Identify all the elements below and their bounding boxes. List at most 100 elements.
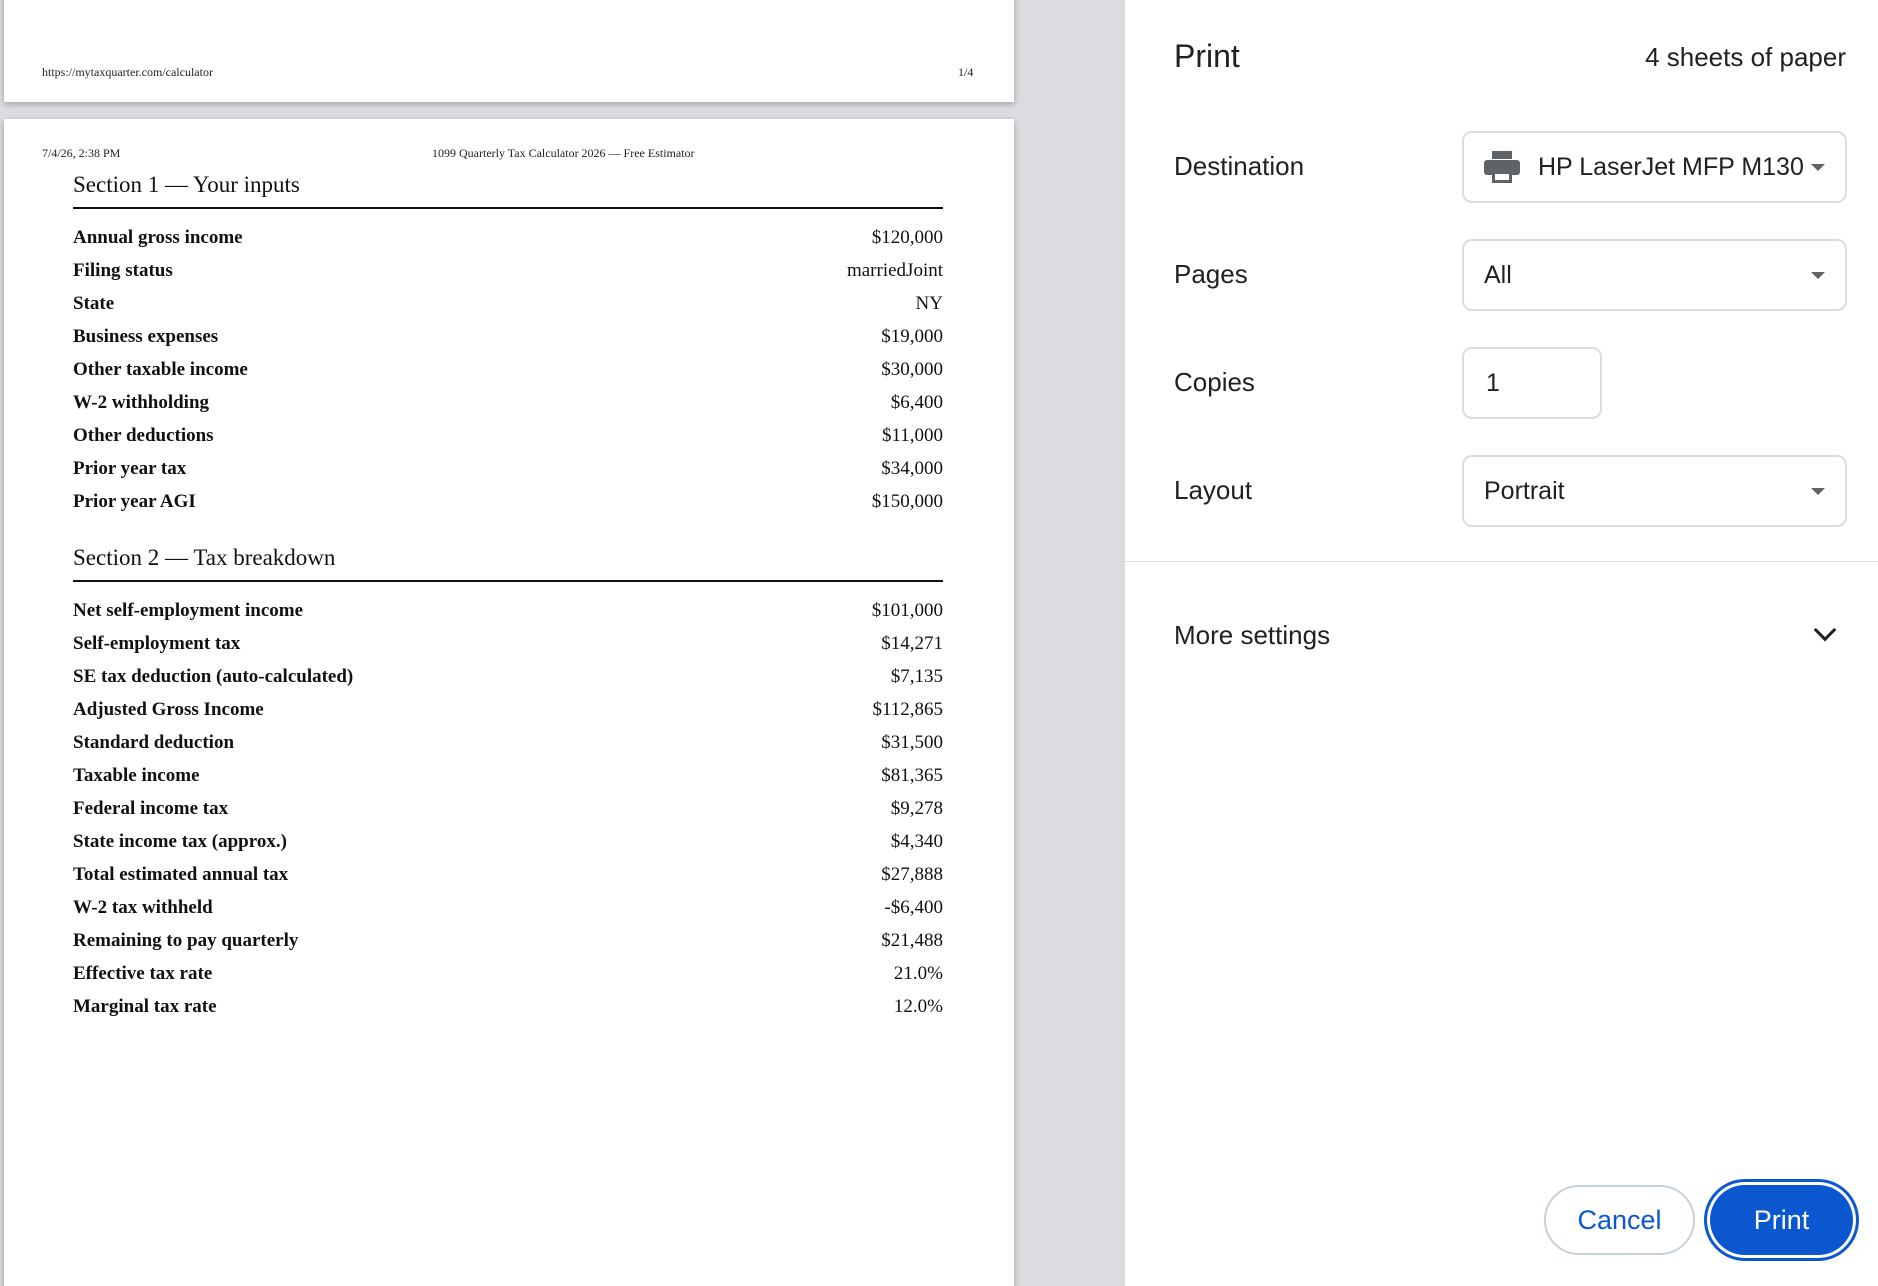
table-row: Prior year tax $34,000 bbox=[73, 452, 943, 485]
row-label: Prior year AGI bbox=[73, 490, 196, 512]
section-2-divider bbox=[73, 580, 943, 582]
row-label: Adjusted Gross Income bbox=[73, 698, 264, 720]
sheets-count: 4 sheets of paper bbox=[1645, 42, 1846, 72]
row-label: Prior year tax bbox=[73, 457, 187, 479]
table-row: W-2 withholding $6,400 bbox=[73, 386, 943, 419]
layout-select[interactable]: Portrait bbox=[1462, 455, 1847, 527]
row-value: $101,000 bbox=[871, 599, 943, 621]
row-value: NY bbox=[915, 292, 943, 314]
section-2-title: Section 2 — Tax breakdown bbox=[73, 545, 336, 570]
section-2-rows: Net self-employment income $101,000 Self-e… bbox=[73, 594, 943, 1023]
page-footer-number: 1/4 bbox=[958, 65, 974, 79]
table-row: Total estimated annual tax $27,888 bbox=[73, 858, 943, 891]
pages-label: Pages bbox=[1174, 259, 1248, 289]
row-value: $21,488 bbox=[881, 929, 943, 951]
pages-value: All bbox=[1484, 260, 1512, 289]
row-label: W-2 withholding bbox=[73, 391, 210, 413]
section-1-title: Section 1 — Your inputs bbox=[73, 172, 300, 197]
section-1-divider bbox=[73, 207, 943, 209]
table-row: Marginal tax rate 12.0% bbox=[73, 990, 943, 1023]
preview-page-current: 7/4/26, 2:38 PM 1099 Quarterly Tax Calcu… bbox=[4, 119, 1014, 1286]
table-row: Remaining to pay quarterly $21,488 bbox=[73, 924, 943, 957]
print-preview-area[interactable]: https://mytaxquarter.com/calculator 1/4 … bbox=[0, 0, 1125, 1286]
table-row: Adjusted Gross Income $112,865 bbox=[73, 693, 943, 726]
page-header-title: 1099 Quarterly Tax Calculator 2026 — Fre… bbox=[432, 146, 695, 160]
table-row: Taxable income $81,365 bbox=[73, 759, 943, 792]
row-label: Net self-employment income bbox=[73, 599, 304, 621]
pages-select[interactable]: All bbox=[1462, 239, 1847, 311]
row-label: Total estimated annual tax bbox=[73, 863, 289, 885]
table-row: State income tax (approx.) $4,340 bbox=[73, 825, 943, 858]
layout-value: Portrait bbox=[1484, 476, 1565, 505]
print-settings-panel: Print 4 sheets of paper Destination HP L… bbox=[1125, 0, 1878, 1286]
row-value: $81,365 bbox=[881, 764, 943, 786]
row-value: -$6,400 bbox=[884, 896, 943, 918]
row-value: $6,400 bbox=[890, 391, 943, 413]
more-settings-toggle[interactable]: More settings bbox=[1174, 620, 1330, 651]
row-value: $14,271 bbox=[881, 632, 943, 654]
row-value: 12.0% bbox=[893, 995, 943, 1017]
row-value: $30,000 bbox=[881, 358, 943, 380]
panel-title: Print bbox=[1174, 38, 1240, 74]
destination-select[interactable]: HP LaserJet MFP M130 bbox=[1462, 131, 1847, 203]
print-button[interactable]: Print bbox=[1710, 1185, 1853, 1255]
row-label: State income tax (approx.) bbox=[73, 830, 287, 852]
row-label: Other taxable income bbox=[73, 358, 248, 380]
table-row: Standard deduction $31,500 bbox=[73, 726, 943, 759]
table-row: Self-employment tax $14,271 bbox=[73, 627, 943, 660]
row-value: $31,500 bbox=[881, 731, 943, 753]
table-row: Filing status marriedJoint bbox=[73, 254, 943, 287]
row-label: Annual gross income bbox=[73, 226, 243, 248]
row-label: Federal income tax bbox=[73, 797, 229, 819]
table-row: State NY bbox=[73, 287, 943, 320]
row-label: SE tax deduction (auto-calculated) bbox=[73, 665, 354, 687]
row-value: $34,000 bbox=[881, 457, 943, 479]
row-label: Standard deduction bbox=[73, 731, 235, 753]
page-content: Section 1 — Your inputs Annual gross inc… bbox=[73, 169, 943, 1023]
dropdown-arrow-icon bbox=[1811, 271, 1825, 279]
row-value: $19,000 bbox=[881, 325, 943, 347]
table-row: Net self-employment income $101,000 bbox=[73, 594, 943, 627]
row-value: $4,340 bbox=[890, 830, 943, 852]
table-row: Annual gross income $120,000 bbox=[73, 221, 943, 254]
table-row: Effective tax rate 21.0% bbox=[73, 957, 943, 990]
row-label: Taxable income bbox=[73, 764, 200, 786]
row-label: Business expenses bbox=[73, 325, 219, 347]
row-label: Self-employment tax bbox=[73, 632, 241, 654]
row-value: 21.0% bbox=[893, 962, 943, 984]
copies-input[interactable]: 1 bbox=[1462, 347, 1602, 419]
row-label: Filing status bbox=[73, 259, 173, 281]
destination-label: Destination bbox=[1174, 151, 1305, 181]
row-value: $120,000 bbox=[871, 226, 943, 248]
dropdown-arrow-icon bbox=[1811, 487, 1825, 495]
row-value: $11,000 bbox=[881, 424, 943, 446]
chevron-down-icon[interactable] bbox=[1813, 618, 1837, 642]
row-label: Marginal tax rate bbox=[73, 995, 217, 1017]
row-label: Effective tax rate bbox=[73, 962, 213, 984]
row-label: W-2 tax withheld bbox=[73, 896, 213, 918]
table-row: W-2 tax withheld -$6,400 bbox=[73, 891, 943, 924]
row-label: Remaining to pay quarterly bbox=[73, 929, 299, 951]
row-value: $7,135 bbox=[890, 665, 943, 687]
row-value: $9,278 bbox=[890, 797, 943, 819]
dropdown-arrow-icon bbox=[1811, 163, 1825, 171]
row-value: $27,888 bbox=[881, 863, 943, 885]
table-row: Other taxable income $30,000 bbox=[73, 353, 943, 386]
row-label: State bbox=[73, 292, 115, 314]
row-value: marriedJoint bbox=[846, 259, 943, 281]
row-value: $112,865 bbox=[872, 698, 943, 720]
row-label: Other deductions bbox=[73, 424, 214, 446]
copies-label: Copies bbox=[1174, 367, 1255, 397]
row-value: $150,000 bbox=[871, 490, 943, 512]
preview-page-previous: https://mytaxquarter.com/calculator 1/4 bbox=[4, 0, 1014, 102]
layout-label: Layout bbox=[1174, 475, 1253, 505]
page-footer-url: https://mytaxquarter.com/calculator bbox=[42, 65, 213, 79]
table-row: Business expenses $19,000 bbox=[73, 320, 943, 353]
copies-value: 1 bbox=[1486, 368, 1500, 397]
section-1-rows: Annual gross income $120,000 Filing status… bbox=[73, 221, 943, 518]
printer-icon bbox=[1484, 151, 1520, 183]
table-row: Other deductions $11,000 bbox=[73, 419, 943, 452]
page-header-date: 7/4/26, 2:38 PM bbox=[42, 146, 121, 160]
table-row: Federal income tax $9,278 bbox=[73, 792, 943, 825]
cancel-button[interactable]: Cancel bbox=[1544, 1185, 1695, 1255]
